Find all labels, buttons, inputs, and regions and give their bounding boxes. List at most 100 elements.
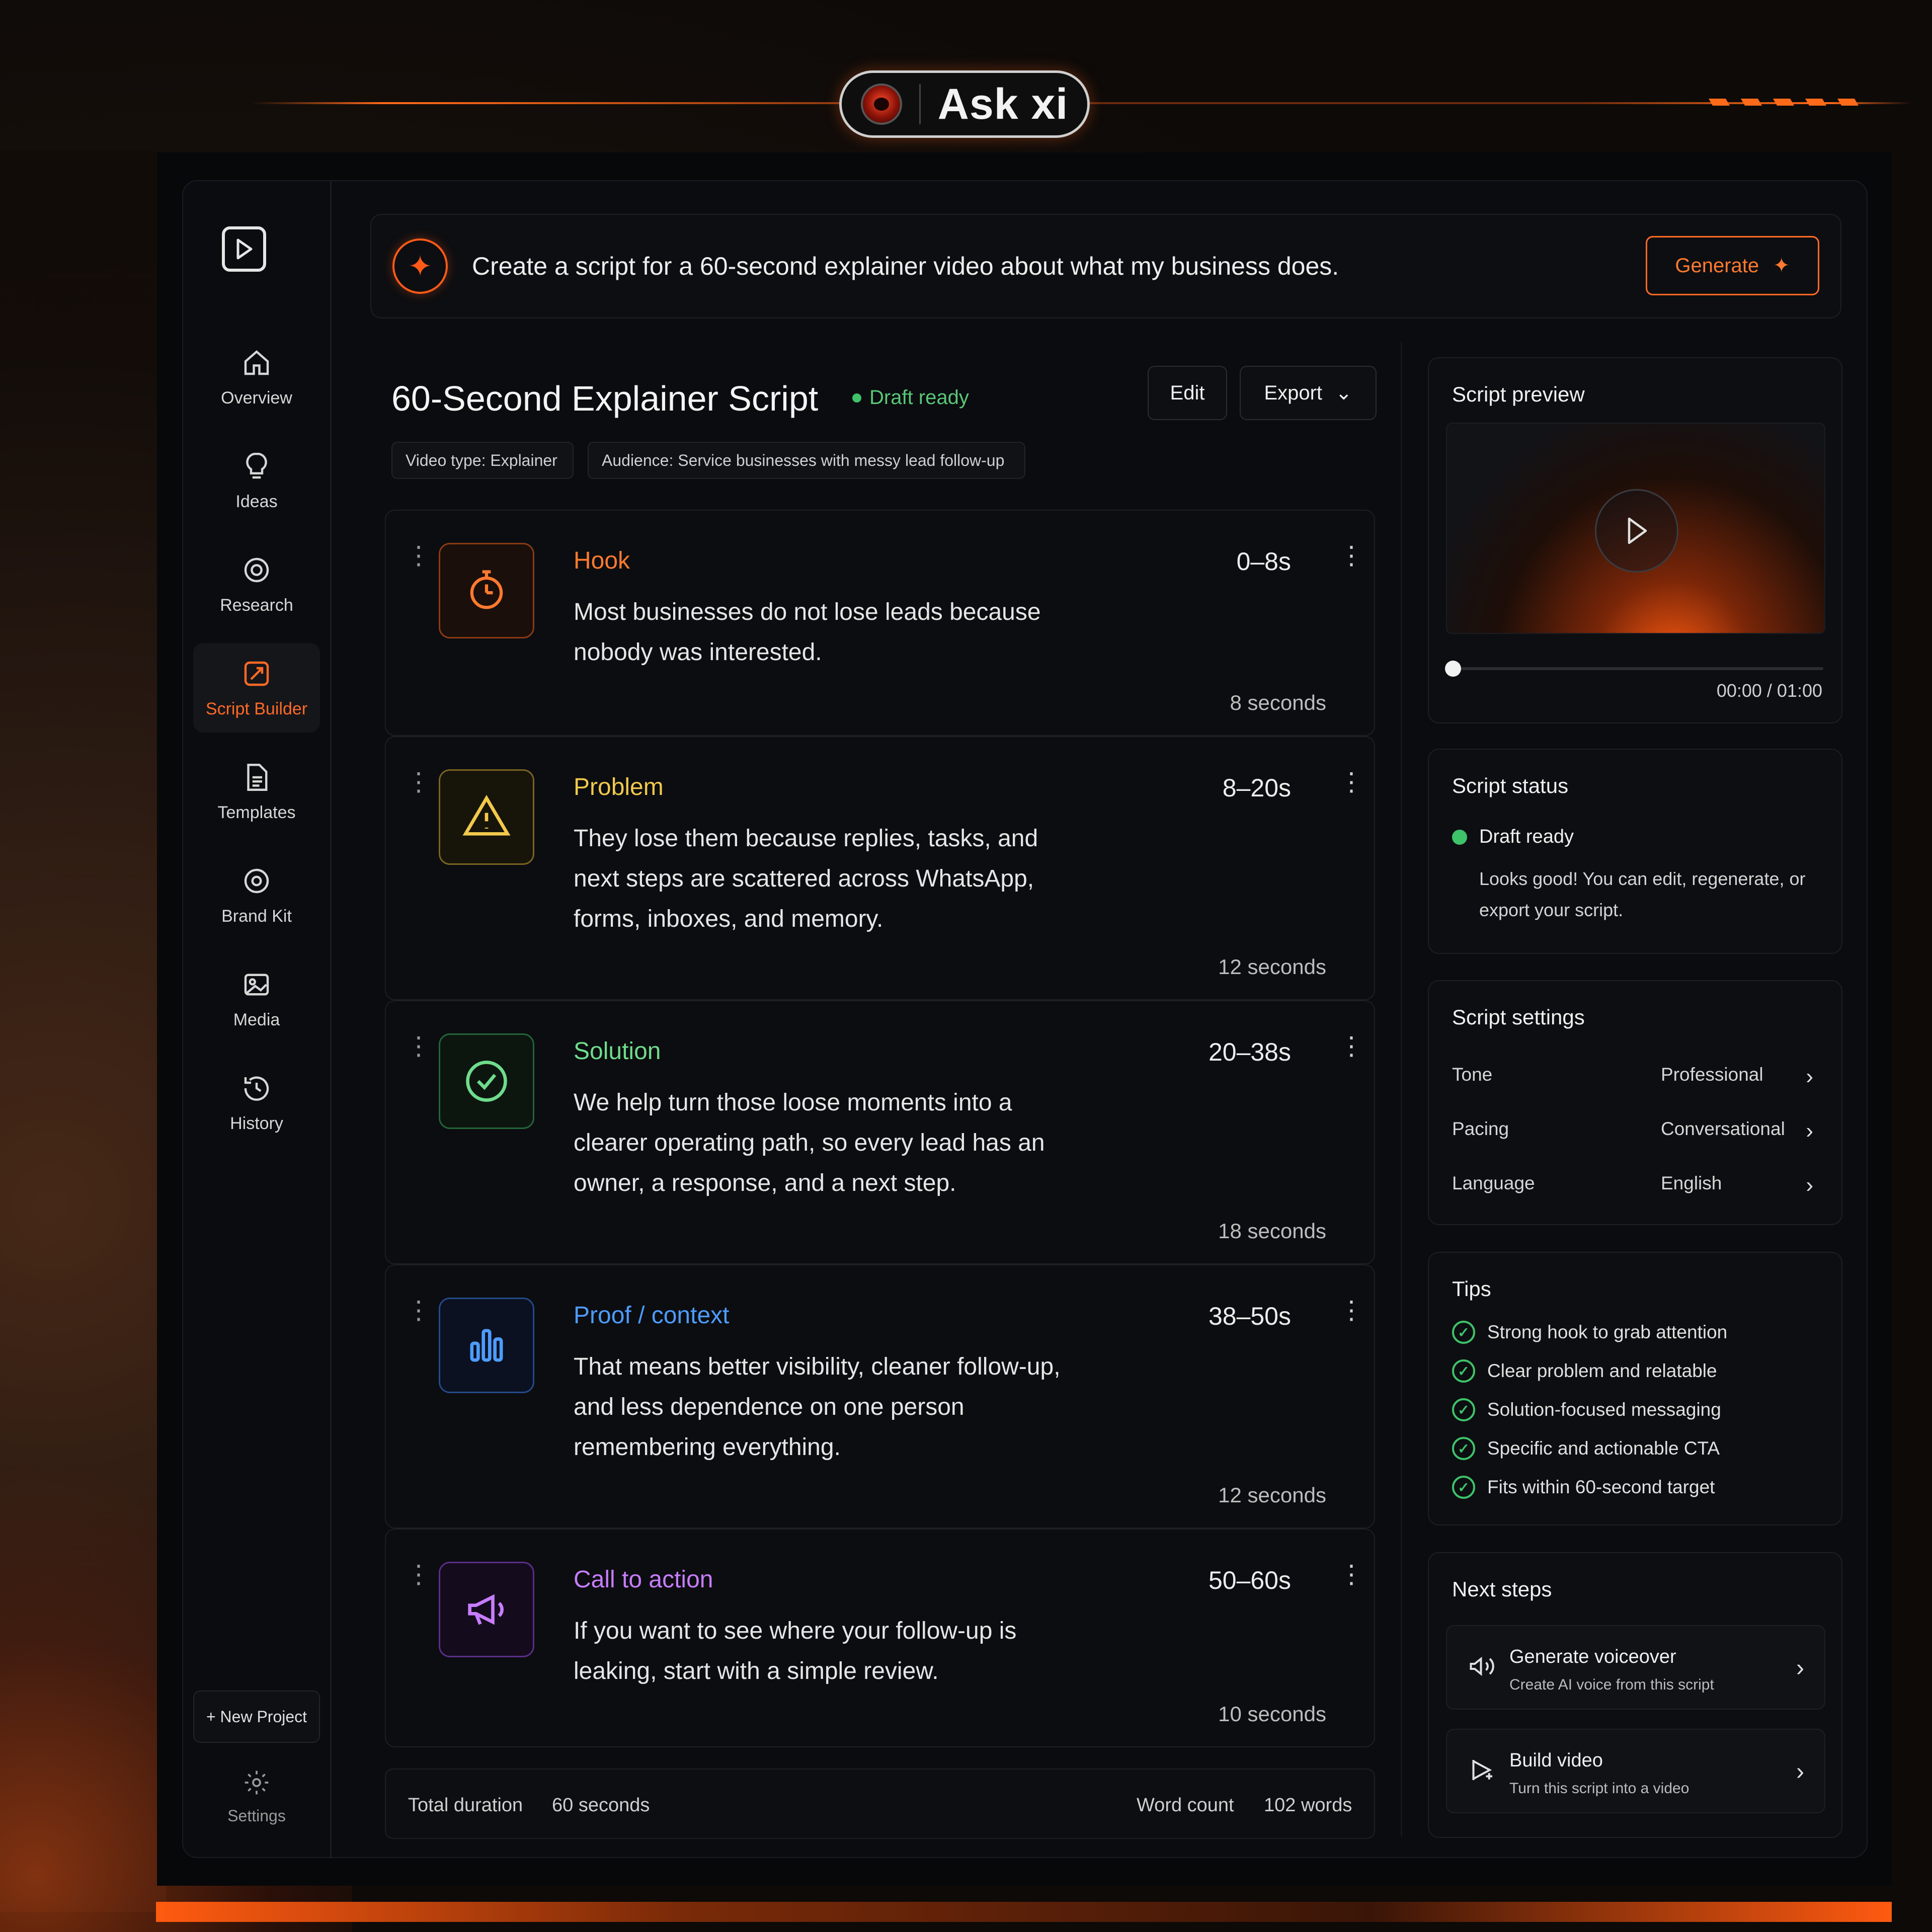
build-video-button[interactable]: Build video Turn this script into a vide… xyxy=(1446,1729,1825,1813)
script-sections: ⋮ Hook 0–8s ⋮ Most businesses do not los… xyxy=(385,510,1375,1747)
totals-bar: Total duration 60 seconds Word count 102… xyxy=(385,1768,1375,1839)
drag-handle-icon[interactable]: ⋮ xyxy=(406,1033,431,1059)
sidebar-item-brand-kit[interactable]: Brand Kit xyxy=(193,850,320,940)
section-body[interactable]: That means better visibility, cleaner fo… xyxy=(574,1347,1107,1468)
next-step-title: Build video xyxy=(1509,1750,1603,1771)
section-time: 20–38s xyxy=(1208,1038,1291,1066)
setting-label: Language xyxy=(1452,1173,1535,1193)
section-body[interactable]: If you want to see where your follow-up … xyxy=(574,1611,1067,1692)
sidebar-item-label: Settings xyxy=(227,1807,286,1825)
drag-handle-icon[interactable]: ⋮ xyxy=(406,543,431,568)
playback-scrubber[interactable] xyxy=(1445,661,1823,677)
sidebar-item-history[interactable]: History xyxy=(193,1058,320,1147)
setting-value: Conversational xyxy=(1661,1118,1785,1139)
next-step-title: Generate voiceover xyxy=(1509,1646,1676,1667)
app-logo-play-icon[interactable] xyxy=(222,226,266,272)
setting-row-pacing[interactable]: Pacing Conversational › xyxy=(1452,1118,1824,1149)
drag-handle-icon[interactable]: ⋮ xyxy=(406,769,431,794)
section-card-cta[interactable]: ⋮ Call to action 50–60s ⋮ If you want to… xyxy=(385,1528,1375,1747)
setting-value: English xyxy=(1661,1173,1722,1193)
export-button[interactable]: Export ⌄ xyxy=(1240,366,1377,420)
word-count-value: 102 words xyxy=(1264,1795,1352,1816)
section-time: 8–20s xyxy=(1222,774,1291,802)
panel-title: Script settings xyxy=(1452,1005,1585,1029)
sidebar-item-templates[interactable]: Templates xyxy=(193,747,320,836)
drag-handle-icon[interactable]: ⋮ xyxy=(406,1562,431,1587)
chevron-down-icon: ⌄ xyxy=(1335,382,1352,404)
frame-bottom-glow xyxy=(156,1902,1892,1922)
tip-label: Strong hook to grab attention xyxy=(1487,1322,1728,1342)
word-count-label: Word count xyxy=(1137,1795,1234,1816)
sidebar-item-script-builder[interactable]: Script Builder xyxy=(193,643,320,733)
more-options-icon[interactable]: ⋮ xyxy=(1339,1298,1364,1323)
tip-item: ✓ Clear problem and relatable xyxy=(1452,1359,1717,1383)
sidebar-item-settings[interactable]: Settings xyxy=(193,1768,320,1844)
sidebar-item-label: Templates xyxy=(217,802,296,822)
panel-title: Next steps xyxy=(1452,1577,1552,1601)
section-body[interactable]: They lose them because replies, tasks, a… xyxy=(574,819,1077,939)
new-project-button[interactable]: + New Project xyxy=(193,1691,320,1743)
brand-separator xyxy=(919,84,921,124)
export-label: Export xyxy=(1264,381,1323,404)
sidebar-nav: Overview Ideas Research Script Builder T… xyxy=(193,332,320,1161)
setting-row-language[interactable]: Language English › xyxy=(1452,1173,1824,1203)
page-title: 60-Second Explainer Script xyxy=(391,379,819,418)
more-options-icon[interactable]: ⋮ xyxy=(1339,1033,1364,1059)
check-icon: ✓ xyxy=(1452,1437,1475,1460)
section-card-problem[interactable]: ⋮ Problem 8–20s ⋮ They lose them because… xyxy=(385,736,1375,1000)
script-status-panel: Script status Draft ready Looks good! Yo… xyxy=(1428,749,1842,954)
more-options-icon[interactable]: ⋮ xyxy=(1339,1562,1364,1587)
gear-icon xyxy=(245,1770,269,1795)
lightbulb-icon xyxy=(246,452,267,478)
timer-icon xyxy=(439,543,534,638)
more-options-icon[interactable]: ⋮ xyxy=(1339,769,1364,794)
video-preview[interactable] xyxy=(1446,423,1825,634)
generate-button[interactable]: Generate ✦ xyxy=(1646,236,1819,295)
sidebar-item-overview[interactable]: Overview xyxy=(193,332,320,422)
section-body[interactable]: Most businesses do not lose leads becaus… xyxy=(574,592,1067,673)
sidebar-item-research[interactable]: Research xyxy=(193,539,320,629)
play-icon[interactable] xyxy=(1595,489,1678,573)
sidebar-item-label: Brand Kit xyxy=(221,906,292,926)
sidebar-item-label: Research xyxy=(220,595,293,615)
sidebar-item-media[interactable]: Media xyxy=(193,954,320,1043)
check-icon: ✓ xyxy=(1452,1321,1475,1344)
section-duration: 12 seconds xyxy=(1218,955,1326,979)
setting-row-tone[interactable]: Tone Professional › xyxy=(1452,1064,1824,1094)
panel-title: Tips xyxy=(1452,1277,1491,1301)
tip-item: ✓ Solution-focused messaging xyxy=(1452,1398,1721,1421)
sidebar-item-ideas[interactable]: Ideas xyxy=(193,436,320,525)
section-time: 38–50s xyxy=(1208,1302,1291,1330)
tip-item: ✓ Strong hook to grab attention xyxy=(1452,1321,1727,1344)
more-options-icon[interactable]: ⋮ xyxy=(1339,543,1364,568)
section-title: Problem xyxy=(574,774,664,800)
status-dot xyxy=(1452,829,1467,845)
prompt-text[interactable]: Create a script for a 60-second explaine… xyxy=(472,252,1339,281)
prompt-bar: ✦ Create a script for a 60-second explai… xyxy=(370,214,1841,318)
section-time: 0–8s xyxy=(1236,547,1291,576)
section-card-proof[interactable]: ⋮ Proof / context 38–50s ⋮ That means be… xyxy=(385,1264,1375,1528)
generate-voiceover-button[interactable]: Generate voiceover Create AI voice from … xyxy=(1446,1625,1825,1710)
section-duration: 10 seconds xyxy=(1218,1702,1326,1726)
script-preview-panel: Script preview 00:00 / 01:00 xyxy=(1428,357,1842,723)
section-card-solution[interactable]: ⋮ Solution 20–38s ⋮ We help turn those l… xyxy=(385,1000,1375,1264)
sidebar-item-label: Overview xyxy=(221,388,292,408)
script-settings-panel: Script settings Tone Professional › Paci… xyxy=(1428,980,1842,1225)
research-icon xyxy=(244,557,269,582)
drag-handle-icon[interactable]: ⋮ xyxy=(406,1298,431,1323)
image-icon xyxy=(244,974,269,995)
edit-button[interactable]: Edit xyxy=(1148,366,1227,420)
check-icon: ✓ xyxy=(1452,1359,1475,1383)
video-type-tag: Video type: Explainer xyxy=(391,442,574,479)
tip-item: ✓ Fits within 60-second target xyxy=(1452,1476,1715,1499)
scrubber-knob[interactable] xyxy=(1445,661,1461,677)
sidebar-item-label: Script Builder xyxy=(205,699,308,718)
history-icon xyxy=(244,1076,269,1101)
section-duration: 8 seconds xyxy=(1230,691,1326,714)
section-card-hook[interactable]: ⋮ Hook 0–8s ⋮ Most businesses do not los… xyxy=(385,510,1375,736)
sidebar-item-label: Media xyxy=(233,1010,280,1029)
section-body[interactable]: We help turn those loose moments into a … xyxy=(574,1083,1077,1203)
section-title: Proof / context xyxy=(574,1302,730,1329)
status-description: Looks good! You can edit, regenerate, or… xyxy=(1479,868,1806,920)
tip-item: ✓ Specific and actionable CTA xyxy=(1452,1437,1720,1460)
